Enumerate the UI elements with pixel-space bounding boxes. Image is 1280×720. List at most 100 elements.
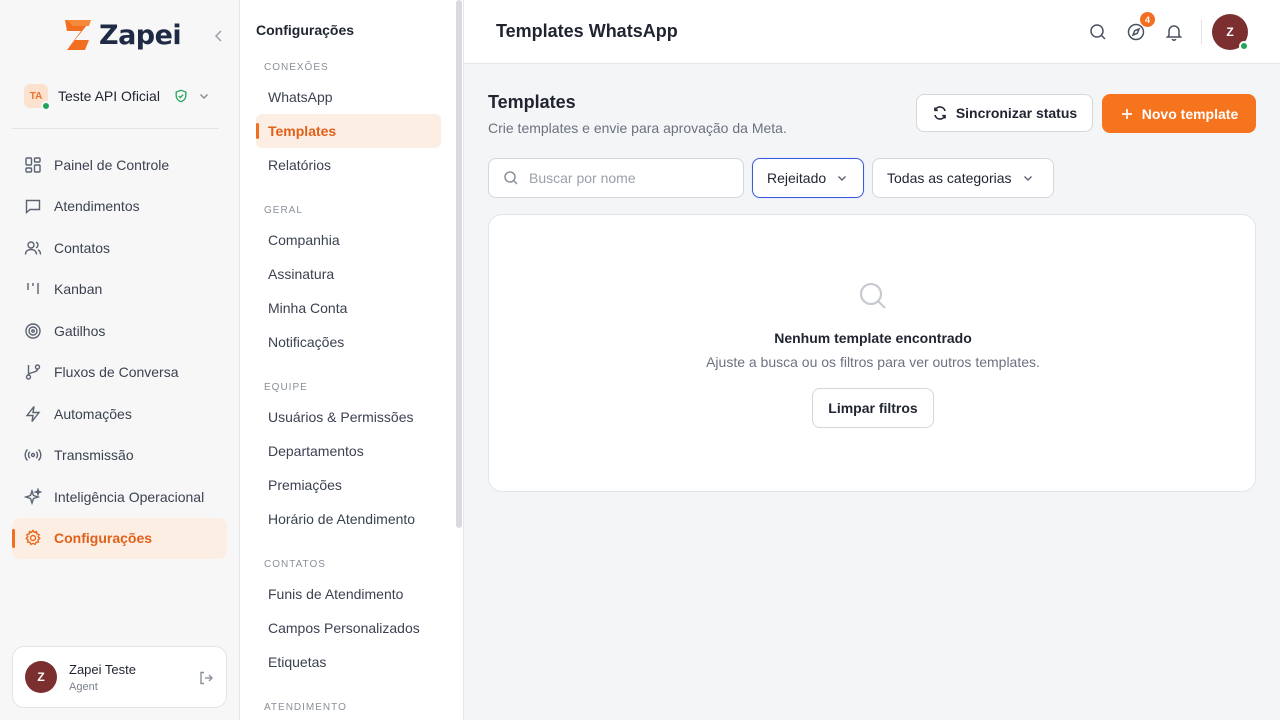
section-head-geral: GERAL	[264, 204, 303, 216]
section-subtitle: Crie templates e envie para aprovação da…	[488, 120, 787, 136]
section-head-equipe: EQUIPE	[264, 381, 308, 393]
nav-item-configuracoes[interactable]: Configurações	[12, 517, 227, 559]
shield-check-icon	[175, 89, 187, 103]
status-filter-select[interactable]: Rejeitado	[752, 158, 864, 198]
settings-title: Configurações	[256, 22, 355, 38]
gear-icon	[24, 529, 42, 547]
clear-filters-button[interactable]: Limpar filtros	[812, 388, 934, 428]
nav-label: Painel de Controle	[54, 156, 170, 173]
avatar[interactable]: Z	[25, 661, 57, 693]
divider	[1201, 20, 1202, 44]
user-name: Zapei Teste	[69, 661, 136, 677]
page-title: Templates WhatsApp	[496, 21, 678, 41]
divider	[12, 128, 219, 129]
sync-status-button[interactable]: Sincronizar status	[916, 94, 1093, 132]
section-head-conexoes: CONEXÕES	[264, 61, 329, 73]
nav-item-inteligencia[interactable]: Inteligência Operacional	[12, 476, 227, 518]
nav-label: Configurações	[54, 530, 153, 547]
nav-label: Automações	[54, 405, 132, 422]
settings-item-funis[interactable]: Funis de Atendimento	[256, 577, 441, 611]
nav-item-atendimentos[interactable]: Atendimentos	[12, 186, 227, 228]
user-card: Z Zapei Teste Agent	[12, 646, 227, 708]
company-avatar: TA	[24, 84, 51, 111]
section-head-atendimento: ATENDIMENTO	[264, 701, 347, 713]
bell-icon[interactable]	[1164, 22, 1184, 42]
lightning-icon	[24, 405, 42, 423]
settings-item-relatorios[interactable]: Relatórios	[256, 148, 441, 182]
nav-label: Kanban	[54, 281, 103, 298]
settings-item-minha-conta[interactable]: Minha Conta	[256, 291, 441, 325]
settings-item-templates[interactable]: Templates	[256, 114, 441, 148]
nav-item-painel[interactable]: Painel de Controle	[12, 144, 227, 186]
search-field[interactable]	[488, 158, 744, 198]
dashboard-icon	[24, 156, 42, 174]
nav-label: Gatilhos	[54, 322, 106, 339]
category-filter-select[interactable]: Todas as categorias	[872, 158, 1054, 198]
nav-label: Contatos	[54, 239, 111, 256]
online-status-dot	[1239, 41, 1249, 51]
main-sidebar: Zapei TA Teste API Oficial Painel de Con…	[0, 0, 240, 720]
empty-state-title: Nenhum template encontrado	[774, 330, 972, 346]
collapse-sidebar-icon[interactable]	[211, 28, 227, 44]
nav-item-automacoes[interactable]: Automações	[12, 393, 227, 435]
logout-icon[interactable]	[198, 670, 214, 686]
new-template-label: Novo template	[1141, 105, 1239, 122]
section-title: Templates	[488, 92, 576, 112]
topbar: Templates WhatsApp 4 Z	[464, 0, 1280, 64]
status-filter-value: Rejeitado	[767, 170, 827, 186]
settings-scrollbar[interactable]	[456, 0, 462, 528]
empty-state-card: Nenhum template encontrado Ajuste a busc…	[488, 214, 1256, 492]
refresh-icon	[934, 106, 946, 120]
nav-item-gatilhos[interactable]: Gatilhos	[12, 310, 227, 352]
broadcast-icon	[24, 446, 42, 464]
category-filter-value: Todas as categorias	[887, 170, 1012, 186]
search-icon[interactable]	[1088, 22, 1108, 42]
sync-label: Sincronizar status	[955, 105, 1078, 121]
chevron-down-icon	[1023, 176, 1032, 181]
company-name: Teste API Oficial	[58, 88, 160, 104]
nav-item-transmissao[interactable]: Transmissão	[12, 435, 227, 477]
chevron-down-icon	[199, 93, 208, 100]
nav-item-contatos[interactable]: Contatos	[12, 227, 227, 269]
brand-name: Zapei	[99, 19, 182, 51]
flow-icon	[24, 363, 42, 381]
company-selector[interactable]: TA Teste API Oficial	[24, 82, 218, 111]
settings-item-horario[interactable]: Horário de Atendimento	[256, 502, 441, 536]
nav-label: Transmissão	[54, 447, 134, 464]
notification-badge: 4	[1140, 12, 1155, 27]
nav-label: Inteligência Operacional	[54, 488, 205, 505]
chevron-down-icon	[838, 176, 847, 181]
settings-item-companhia[interactable]: Companhia	[256, 223, 441, 257]
settings-item-whatsapp[interactable]: WhatsApp	[256, 80, 441, 114]
settings-item-usuarios[interactable]: Usuários & Permissões	[256, 400, 441, 434]
section-head-contatos: CONTATOS	[264, 558, 326, 570]
settings-item-campos[interactable]: Campos Personalizados	[256, 611, 441, 645]
settings-list: CONEXÕES WhatsApp Templates Relatórios G…	[256, 54, 441, 720]
chat-icon	[24, 197, 42, 215]
avatar[interactable]: Z	[1212, 14, 1249, 51]
new-template-button[interactable]: Novo template	[1102, 94, 1256, 133]
brand-logo[interactable]: Zapei	[63, 18, 182, 52]
nav-item-kanban[interactable]: Kanban	[12, 269, 227, 311]
settings-item-assinatura[interactable]: Assinatura	[256, 257, 441, 291]
settings-item-etiquetas[interactable]: Etiquetas	[256, 645, 441, 679]
kanban-icon	[24, 280, 42, 298]
settings-item-premiacoes[interactable]: Premiações	[256, 468, 441, 502]
settings-item-notificacoes[interactable]: Notificações	[256, 325, 441, 359]
company-initials: TA	[29, 90, 43, 102]
settings-item-departamentos[interactable]: Departamentos	[256, 434, 441, 468]
logo-row: Zapei	[0, 18, 240, 58]
nav-item-fluxos[interactable]: Fluxos de Conversa	[12, 352, 227, 394]
avatar-initial: Z	[1226, 25, 1234, 39]
plus-icon	[1121, 108, 1132, 119]
settings-sidebar: Configurações CONEXÕES WhatsApp Template…	[240, 0, 464, 720]
user-info: Zapei Teste Agent	[69, 662, 136, 693]
user-role: Agent	[69, 680, 98, 693]
search-icon	[504, 171, 518, 185]
online-status-dot	[41, 101, 51, 111]
users-icon	[24, 239, 42, 257]
search-input[interactable]	[529, 170, 729, 186]
main-nav: Painel de Controle Atendimentos Contatos…	[12, 144, 227, 559]
target-icon	[24, 322, 42, 340]
search-icon	[859, 282, 886, 309]
